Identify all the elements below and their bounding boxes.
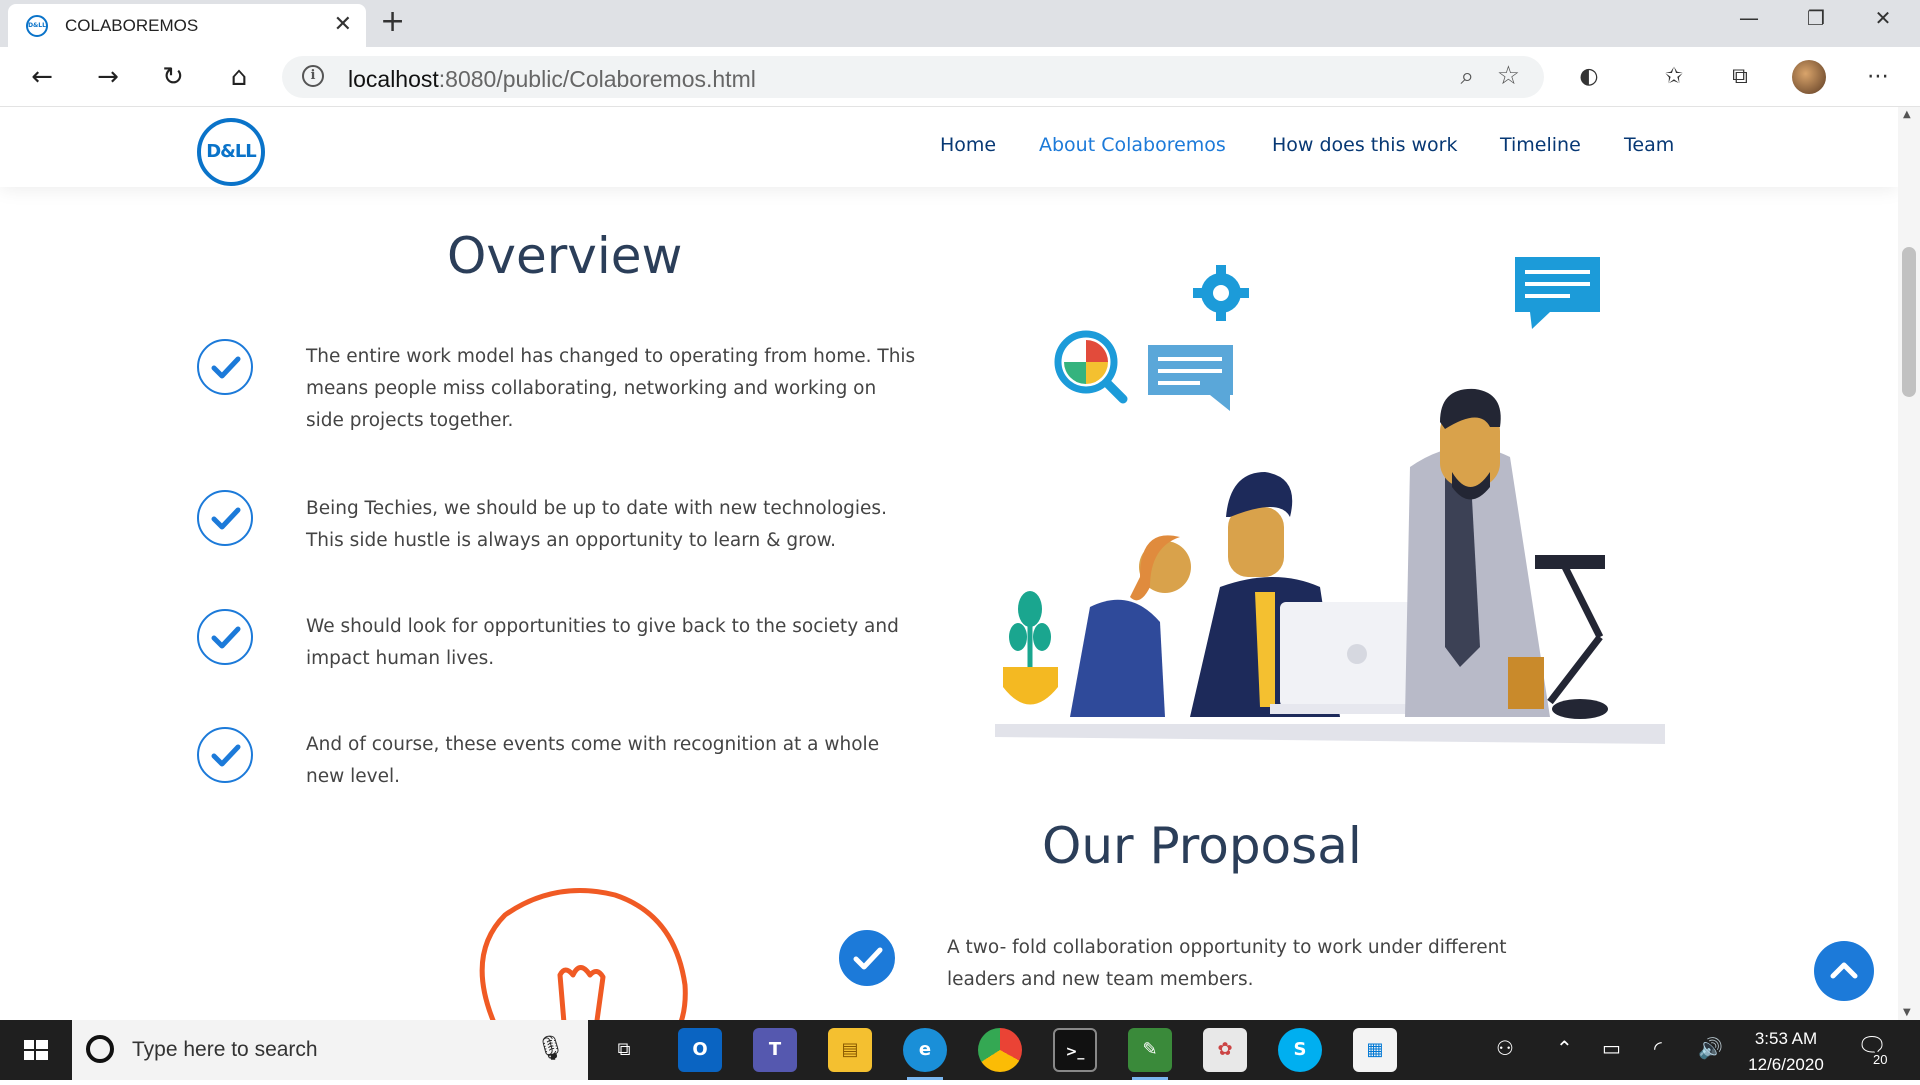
more-menu-icon[interactable]: ⋯ [1860, 59, 1896, 95]
outlook-icon[interactable]: O [678, 1028, 722, 1072]
new-tab-icon[interactable]: + [380, 4, 405, 39]
taskbar-search-box[interactable]: Type here to search 🎙 [72, 1020, 588, 1080]
profile-avatar[interactable] [1792, 60, 1826, 94]
scroll-top-icon [1830, 962, 1858, 979]
chrome-icon[interactable] [978, 1028, 1022, 1072]
edge-icon[interactable]: e [903, 1028, 947, 1080]
notepad-icon[interactable]: ✎ [1128, 1028, 1172, 1080]
overview-item: The entire work model has changed to ope… [306, 346, 916, 431]
clock-date: 12/6/2020 [1748, 1055, 1824, 1074]
page-viewport: D&LL Home About Colaboremos How does thi… [0, 107, 1898, 1020]
search-circle-icon [86, 1035, 114, 1063]
zoom-icon[interactable]: ⌕ [1461, 62, 1474, 90]
refresh-icon[interactable]: ↻ [153, 57, 193, 97]
browser-tab[interactable]: D&LL COLABOREMOS ✕ [8, 4, 366, 47]
store-icon[interactable]: ▦ [1353, 1028, 1397, 1072]
teams-icon[interactable]: T [753, 1028, 797, 1072]
tab-close-icon[interactable]: ✕ [334, 12, 352, 37]
team-collaboration-illustration [995, 257, 1665, 744]
restore-icon[interactable]: ❐ [1793, 6, 1839, 30]
windows-taskbar: Type here to search 🎙 ⧉ O T ▤ e >_ ✎ ✿ S… [0, 1020, 1920, 1080]
window-close-icon[interactable]: ✕ [1860, 6, 1906, 30]
dell-logo[interactable]: D&LL [197, 118, 265, 186]
url-text[interactable]: localhost:8080/public/Colaboremos.html [348, 66, 756, 93]
nav-home[interactable]: Home [940, 134, 996, 156]
microphone-icon[interactable]: 🎙 [536, 1034, 566, 1062]
tray-chevron-icon[interactable]: ⌃ [1556, 1036, 1573, 1060]
volume-icon[interactable]: 🔊 [1698, 1036, 1723, 1060]
proposal-item: A two- fold collaboration opportunity to… [947, 937, 1507, 990]
browser-toolbar: ← → ↻ ⌂ i localhost:8080/public/Colabore… [0, 47, 1920, 107]
overview-item: We should look for opportunities to give… [306, 616, 899, 669]
dell-favicon-icon: D&LL [26, 15, 48, 37]
check-circle-icon [197, 609, 253, 665]
scroll-up-icon[interactable]: ▲ [1903, 109, 1911, 120]
paint-icon[interactable]: ✿ [1203, 1028, 1247, 1072]
home-icon[interactable]: ⌂ [219, 57, 259, 97]
clock-time: 3:53 AM [1754, 1029, 1818, 1048]
taskbar-clock[interactable]: 3:53 AM 12/6/2020 [1736, 1026, 1836, 1078]
nav-how-it-works[interactable]: How does this work [1272, 134, 1458, 156]
minimize-icon[interactable]: — [1726, 6, 1772, 30]
wifi-icon[interactable]: ◜ [1654, 1036, 1662, 1060]
scroll-top-button[interactable] [1814, 941, 1874, 1001]
collections-icon[interactable]: ⧉ [1722, 59, 1758, 95]
tab-title: COLABOREMOS [65, 16, 199, 35]
file-explorer-icon[interactable]: ▤ [828, 1028, 872, 1072]
nav-timeline[interactable]: Timeline [1500, 134, 1581, 156]
extension-icon[interactable]: ◐ [1571, 59, 1607, 95]
address-bar[interactable]: i localhost:8080/public/Colaboremos.html… [282, 56, 1544, 98]
page-scrollbar[interactable]: ▲ ▼ [1898, 107, 1920, 1020]
notification-count-badge: 20 [1870, 1052, 1891, 1067]
back-arrow-icon[interactable]: ← [22, 57, 62, 97]
site-header: D&LL Home About Colaboremos How does thi… [0, 107, 1898, 187]
browser-tab-bar: D&LL COLABOREMOS ✕ + — ❐ ✕ [0, 0, 1920, 47]
check-circle-icon [197, 727, 253, 783]
proposal-title: Our Proposal [1042, 817, 1362, 875]
terminal-icon[interactable]: >_ [1053, 1028, 1097, 1072]
nav-about[interactable]: About Colaboremos [1039, 134, 1226, 156]
start-button[interactable] [0, 1020, 70, 1080]
info-icon[interactable]: i [302, 65, 324, 87]
people-icon[interactable]: ⚇ [1496, 1036, 1514, 1060]
windows-start-icon [24, 1040, 48, 1060]
search-placeholder: Type here to search [132, 1038, 318, 1061]
overview-title: Overview [447, 227, 683, 285]
favorites-list-icon[interactable]: ✩ [1656, 59, 1692, 95]
skype-icon[interactable]: S [1278, 1028, 1322, 1072]
scroll-down-icon[interactable]: ▼ [1903, 1007, 1911, 1018]
check-circle-icon [197, 339, 253, 395]
lightbulb-sketch-icon [479, 888, 688, 1020]
nav-team[interactable]: Team [1624, 134, 1674, 156]
scrollbar-thumb[interactable] [1902, 247, 1916, 397]
check-circle-icon [197, 490, 253, 546]
forward-arrow-icon[interactable]: → [88, 57, 128, 97]
task-view-icon[interactable]: ⧉ [602, 1028, 646, 1072]
check-circle-icon [839, 930, 895, 986]
overview-item: Being Techies, we should be up to date w… [306, 498, 887, 551]
battery-icon[interactable]: ▭ [1602, 1036, 1621, 1060]
overview-item: And of course, these events come with re… [306, 734, 880, 787]
favorite-star-icon[interactable]: ☆ [1497, 61, 1520, 91]
